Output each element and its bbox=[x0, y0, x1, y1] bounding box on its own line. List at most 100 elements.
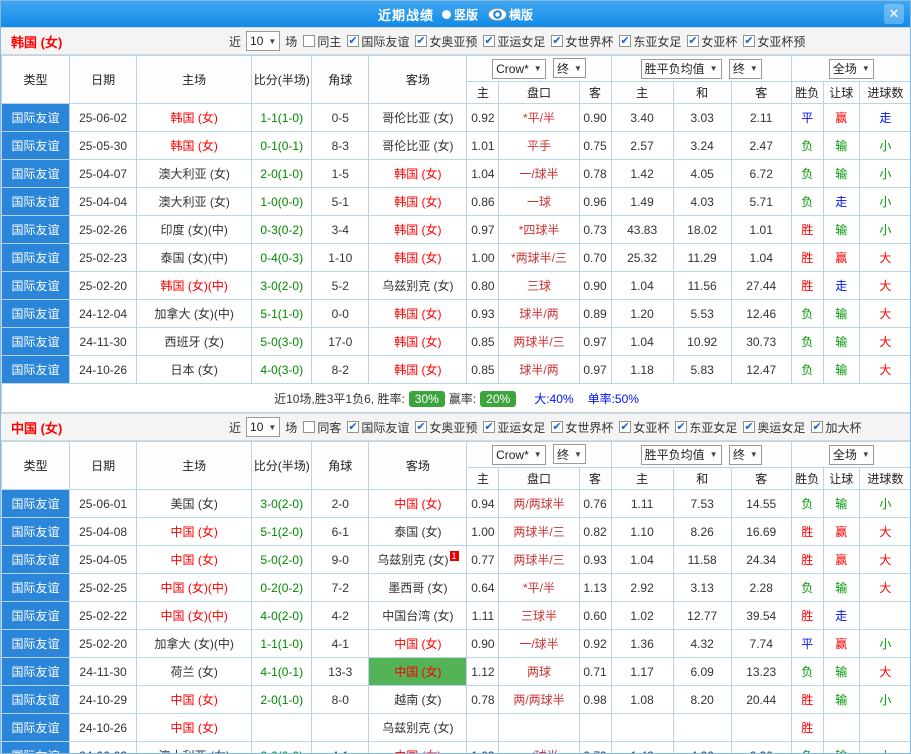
match-type-cell[interactable]: 国际友谊 bbox=[1, 517, 71, 546]
checkbox-label: 女奥亚预 bbox=[429, 34, 478, 49]
match-type-cell[interactable]: 国际友谊 bbox=[1, 327, 71, 356]
competition-checkbox[interactable]: 女亚杯 bbox=[619, 419, 669, 436]
match-type-cell[interactable]: 国际友谊 bbox=[1, 601, 71, 630]
away-team-cell: 中国 (女) bbox=[368, 629, 468, 658]
match-type-cell[interactable]: 国际友谊 bbox=[1, 159, 71, 188]
competition-checkbox[interactable]: 东亚女足 bbox=[619, 33, 681, 50]
handicap-cell: 一/球半 bbox=[498, 741, 580, 753]
competition-checkbox[interactable]: 女世界杯 bbox=[551, 33, 613, 50]
close-icon[interactable]: ✕ bbox=[884, 4, 904, 24]
competition-checkbox[interactable]: 女亚杯预 bbox=[743, 33, 805, 50]
competition-checkbox[interactable]: 奥运女足 bbox=[743, 419, 805, 436]
match-type-cell[interactable]: 国际友谊 bbox=[1, 215, 71, 244]
match-type-cell[interactable]: 国际友谊 bbox=[1, 271, 71, 300]
chevron-down-icon: ▼ bbox=[533, 64, 542, 74]
match-type-cell[interactable]: 国际友谊 bbox=[1, 187, 71, 216]
odds-time-select[interactable]: 终 ▼ bbox=[553, 58, 586, 79]
wdl-average-select[interactable]: 胜平负均值 ▼ bbox=[640, 444, 722, 465]
match-type-cell[interactable]: 国际友谊 bbox=[1, 299, 71, 328]
score-cell bbox=[251, 713, 313, 742]
home-team-cell: 加拿大 (女)(中) bbox=[136, 299, 253, 328]
date-cell: 25-06-01 bbox=[69, 489, 138, 518]
away-win-avg-cell bbox=[730, 713, 792, 742]
handicap-cell: 一/球半 bbox=[498, 629, 580, 658]
goals-result-cell: 大 bbox=[858, 657, 910, 686]
competition-checkbox[interactable]: 东亚女足 bbox=[675, 419, 737, 436]
subcol-handicap: 盘口 bbox=[498, 467, 580, 490]
away-team-cell: 哥伦比亚 (女) bbox=[368, 103, 468, 132]
checkbox-icon bbox=[743, 420, 756, 433]
home-team-cell: 中国 (女) bbox=[136, 685, 253, 714]
handicap-result-cell: 输 bbox=[822, 131, 860, 160]
match-type-cell[interactable]: 国际友谊 bbox=[1, 713, 71, 742]
bookmaker-select[interactable]: Crow* ▼ bbox=[492, 58, 546, 79]
away-win-avg-cell: 24.34 bbox=[730, 545, 792, 574]
result-cell: 胜 bbox=[790, 713, 824, 742]
odds-group-header: Crow* ▼ 终 ▼ bbox=[466, 441, 612, 468]
away-win-avg-cell: 30.73 bbox=[730, 327, 792, 356]
vertical-layout-radio[interactable]: 竖版 bbox=[441, 6, 478, 23]
away-team-name: 乌兹别克 (女) bbox=[382, 279, 454, 293]
same-venue-checkbox[interactable]: 同客 bbox=[303, 419, 341, 436]
horizontal-layout-label: 横版 bbox=[509, 7, 534, 22]
away-win-avg-cell: 6.72 bbox=[730, 159, 792, 188]
competition-checkbox[interactable]: 亚运女足 bbox=[483, 419, 545, 436]
away-team-cell: 韩国 (女) bbox=[368, 215, 468, 244]
same-venue-checkbox[interactable]: 同主 bbox=[303, 33, 341, 50]
checkbox-icon bbox=[303, 35, 316, 47]
match-type-cell[interactable]: 国际友谊 bbox=[1, 685, 71, 714]
competition-checkbox[interactable]: 国际友谊 bbox=[347, 419, 409, 436]
scope-select[interactable]: 全场 ▼ bbox=[828, 444, 874, 465]
date-cell: 25-02-20 bbox=[69, 271, 138, 300]
recent-count-select[interactable]: 10 ▼ bbox=[246, 31, 281, 51]
games-label: 场 bbox=[285, 34, 298, 49]
wdl-time-select[interactable]: 终 ▼ bbox=[728, 444, 762, 465]
competition-checkbox[interactable]: 女奥亚预 bbox=[415, 419, 477, 436]
match-type-cell[interactable]: 国际友谊 bbox=[1, 103, 71, 132]
match-type-cell[interactable]: 国际友谊 bbox=[1, 573, 71, 602]
match-type-cell[interactable]: 国际友谊 bbox=[1, 741, 71, 753]
wdl-average-select[interactable]: 胜平负均值 ▼ bbox=[640, 58, 722, 79]
summary-row: 近10场,胜3平1负6, 胜率: 30% 赢率: 20% 大:40% 单率:50% bbox=[1, 383, 910, 413]
scope-select[interactable]: 全场 ▼ bbox=[828, 58, 874, 79]
vertical-layout-label: 竖版 bbox=[453, 7, 478, 22]
home-odds-cell: 1.04 bbox=[466, 159, 500, 188]
competition-checkbox[interactable]: 加大杯 bbox=[811, 419, 861, 436]
competition-checkbox[interactable]: 女亚杯 bbox=[687, 33, 737, 50]
score-cell: 1-0(0-0) bbox=[251, 187, 313, 216]
away-team-name: 韩国 (女) bbox=[394, 307, 442, 321]
home-odds-cell: 1.12 bbox=[466, 657, 500, 686]
recent-count-select[interactable]: 10 ▼ bbox=[246, 417, 281, 437]
competition-checkbox[interactable]: 女奥亚预 bbox=[415, 33, 477, 50]
score-cell: 4-0(2-0) bbox=[251, 601, 313, 630]
wdl-time-select[interactable]: 终 ▼ bbox=[728, 58, 762, 79]
match-type-cell[interactable]: 国际友谊 bbox=[1, 545, 71, 574]
match-type-cell[interactable]: 国际友谊 bbox=[1, 489, 71, 518]
matches-table: 类型 日期 主场 比分(半场) 角球 客场 Crow* ▼ 终 ▼ 胜平负均值 ▼ 终… bbox=[1, 441, 910, 753]
corner-cell bbox=[311, 713, 370, 742]
result-cell: 负 bbox=[790, 159, 824, 188]
match-type-cell[interactable]: 国际友谊 bbox=[1, 131, 71, 160]
bookmaker-select[interactable]: Crow* ▼ bbox=[492, 444, 546, 465]
competition-checkbox[interactable]: 亚运女足 bbox=[483, 33, 545, 50]
away-team-cell: 中国 (女) bbox=[368, 657, 468, 686]
match-type-cell[interactable]: 国际友谊 bbox=[1, 629, 71, 658]
competition-checkbox[interactable]: 国际友谊 bbox=[347, 33, 409, 50]
result-cell: 胜 bbox=[790, 243, 824, 272]
draw-avg-cell: 3.24 bbox=[672, 131, 732, 160]
recent-results-dialog: 近期战绩 竖版 横版 ✕ 韩国 (女) 近10▼场同主国际友谊女奥亚预亚运女足女… bbox=[0, 0, 911, 754]
competition-checkbox[interactable]: 女世界杯 bbox=[551, 419, 613, 436]
horizontal-layout-radio[interactable]: 横版 bbox=[486, 6, 533, 23]
odds-time-select[interactable]: 终 ▼ bbox=[553, 444, 586, 465]
match-type-cell[interactable]: 国际友谊 bbox=[1, 243, 71, 272]
col-corner: 角球 bbox=[311, 441, 370, 490]
goals-result-cell: 大 bbox=[858, 355, 910, 384]
handicap-result-cell: 输 bbox=[822, 327, 860, 356]
handicap-result-cell: 输 bbox=[822, 215, 860, 244]
score-cell: 0-3(0-2) bbox=[251, 215, 313, 244]
wdl-group-header: 胜平负均值 ▼ 终 ▼ bbox=[610, 441, 792, 468]
match-type-cell[interactable]: 国际友谊 bbox=[1, 657, 71, 686]
match-type-cell[interactable]: 国际友谊 bbox=[1, 355, 71, 384]
away-odds-cell: 0.98 bbox=[578, 685, 612, 714]
away-win-avg-cell: 39.54 bbox=[730, 601, 792, 630]
